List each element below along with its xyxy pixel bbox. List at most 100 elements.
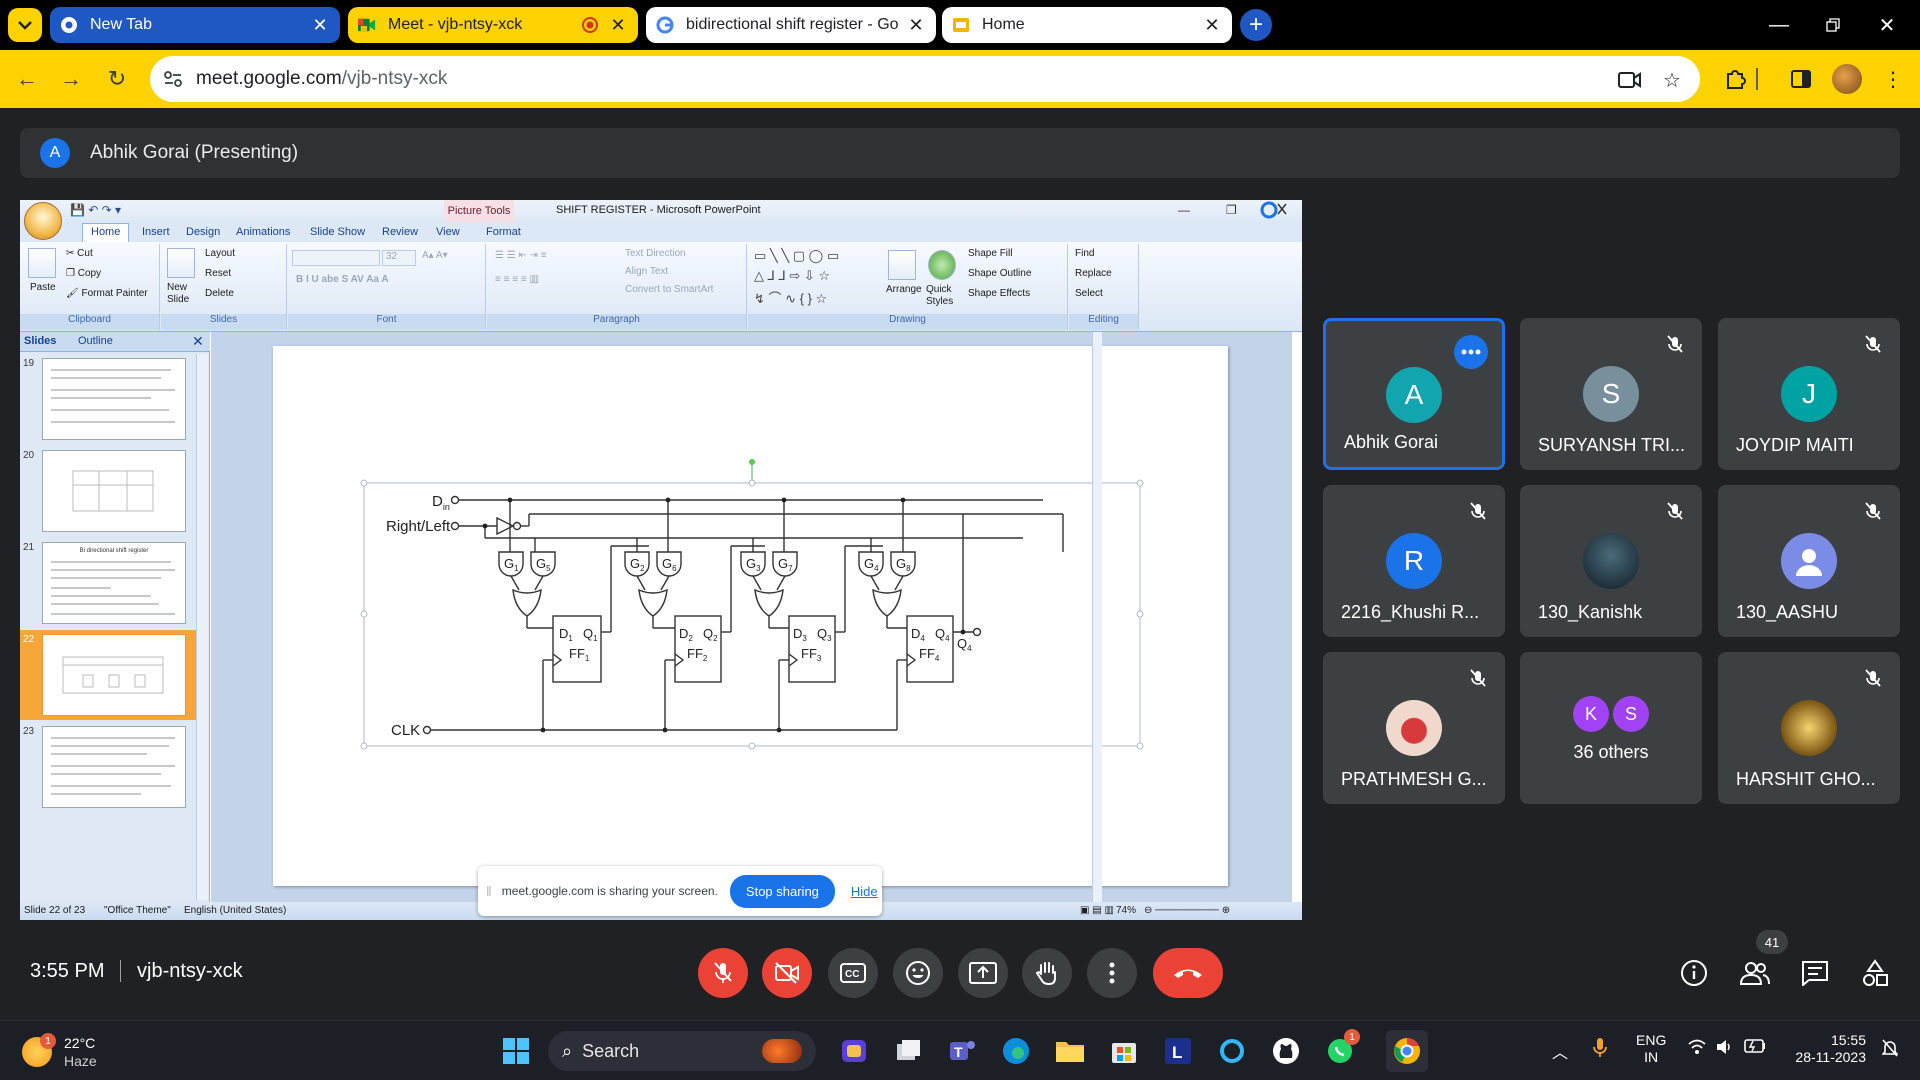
format-painter-button[interactable]: 🖌 Format Painter	[66, 288, 148, 299]
editor-scrollbar[interactable]	[1092, 332, 1102, 902]
reactions-button[interactable]	[893, 948, 943, 998]
weather-widget[interactable]: 1 22°C Haze	[22, 1031, 142, 1073]
whatsapp-icon[interactable]: 1	[1322, 1029, 1360, 1069]
ribbon-tab-animations[interactable]: Animations	[236, 226, 290, 238]
restore-icon[interactable]	[1818, 10, 1848, 40]
more-vertical-icon[interactable]: ⋮	[1878, 64, 1908, 94]
participant-tile[interactable]: S SURYANSH TRI...	[1520, 318, 1702, 470]
reload-icon[interactable]: ↻	[102, 64, 132, 94]
delete-button[interactable]: Delete	[205, 288, 234, 299]
l-app-icon[interactable]: L	[1160, 1033, 1196, 1069]
participant-tile[interactable]: J JOYDIP MAITI	[1718, 318, 1900, 470]
leave-call-button[interactable]	[1153, 948, 1223, 998]
drag-handle-icon[interactable]: ‖	[486, 883, 492, 899]
side-panel-icon[interactable]	[1786, 64, 1816, 94]
rotate-handle[interactable]	[749, 459, 755, 465]
camera-icon[interactable]	[1618, 68, 1642, 92]
tray-overflow-chevron-icon[interactable]: ︿	[1552, 1039, 1568, 1063]
ribbon-tab-view[interactable]: View	[436, 226, 460, 238]
tab-outline[interactable]: Outline	[78, 335, 113, 347]
replace-button[interactable]: Replace	[1075, 268, 1112, 279]
edge-icon[interactable]	[998, 1033, 1034, 1069]
stop-sharing-button[interactable]: Stop sharing	[729, 874, 835, 908]
ribbon-tab-review[interactable]: Review	[382, 226, 418, 238]
ribbon-tab-slide-show[interactable]: Slide Show	[310, 226, 365, 238]
picture-selection-frame[interactable]	[363, 482, 1141, 747]
select-button[interactable]: Select	[1075, 288, 1103, 299]
participant-tile-others[interactable]: K S 36 others	[1520, 652, 1702, 804]
ribbon-tab-home[interactable]: Home	[82, 223, 130, 242]
list-icons[interactable]: ☰ ☰ ⇤ ⇥ ≡	[495, 250, 547, 261]
taskbar-search[interactable]: ⌕ Search	[548, 1031, 816, 1071]
paste-label[interactable]: Paste	[30, 282, 56, 293]
resize-handles[interactable]	[360, 479, 1144, 750]
new-tab-button[interactable]: +	[1240, 9, 1272, 41]
close-icon[interactable]: ✕	[608, 15, 628, 35]
find-button[interactable]: Find	[1075, 248, 1094, 259]
window-close-icon[interactable]: ✕	[1872, 10, 1902, 40]
align-icons[interactable]: ≡ ≡ ≡ ≡ ▥	[495, 274, 539, 285]
extensions-puzzle-icon[interactable]	[1720, 64, 1750, 94]
pp-restore-icon[interactable]: ❐	[1226, 203, 1237, 217]
slide-thumbnail-20[interactable]	[42, 450, 186, 532]
convert-smartart-button[interactable]: Convert to SmartArt	[625, 284, 713, 295]
present-button[interactable]	[958, 948, 1008, 998]
teams-icon[interactable]: T	[944, 1033, 980, 1069]
chat-button[interactable]	[1798, 956, 1832, 990]
tab-new-tab[interactable]: New Tab ✕	[50, 7, 340, 43]
view-buttons[interactable]: ▣ ▤ ▥	[1080, 905, 1114, 916]
cortana-ring-icon[interactable]	[1214, 1033, 1250, 1069]
notifications-bell-icon[interactable]	[1881, 1039, 1899, 1060]
participant-tile[interactable]: 130_AASHU	[1718, 485, 1900, 637]
task-view-icon[interactable]	[890, 1033, 926, 1069]
forward-arrow-icon[interactable]: →	[56, 64, 86, 94]
participant-tile[interactable]: HARSHIT GHO...	[1718, 652, 1900, 804]
slide-thumbnail-21[interactable]: Bi directional shift register	[42, 542, 186, 624]
shapes-gallery-row3[interactable]: ↯ ⌒ ∿ { } ☆	[754, 288, 827, 307]
slide-thumbnail-22[interactable]	[39, 631, 189, 719]
align-text-button[interactable]: Align Text	[625, 266, 668, 277]
participant-tile[interactable]: R 2216_Khushi R...	[1323, 485, 1505, 637]
pane-close-icon[interactable]: ✕	[192, 333, 204, 350]
shape-effects-button[interactable]: Shape Effects	[968, 288, 1030, 299]
hide-link[interactable]: Hide	[851, 884, 878, 899]
tab-meet[interactable]: Meet - vjb-ntsy-xck ✕	[348, 7, 638, 43]
ribbon-tab-format[interactable]: Format	[486, 226, 521, 238]
site-info-icon[interactable]	[150, 70, 196, 88]
battery-icon[interactable]	[1744, 1039, 1766, 1056]
copy-button[interactable]: ❐ Copy	[66, 268, 101, 279]
ribbon-tab-insert[interactable]: Insert	[142, 226, 170, 238]
pp-minimize-icon[interactable]: —	[1178, 203, 1190, 217]
reset-button[interactable]: Reset	[205, 268, 231, 279]
volume-icon[interactable]	[1716, 1039, 1734, 1058]
text-direction-button[interactable]: Text Direction	[625, 248, 686, 259]
zoom-slider[interactable]: ⊖ ───────── ⊕	[1144, 905, 1230, 916]
address-bar[interactable]: meet.google.com/vjb-ntsy-xck ☆	[150, 56, 1700, 102]
grow-font-icon[interactable]: A▴ A▾	[422, 250, 448, 261]
minimize-icon[interactable]: —	[1764, 10, 1794, 40]
shape-fill-button[interactable]: Shape Fill	[968, 248, 1012, 259]
meeting-details-button[interactable]	[1677, 956, 1711, 990]
shapes-gallery-row2[interactable]: △ ⅃ ⅃ ⇨ ⇩ ☆	[754, 268, 830, 284]
bookmark-star-icon[interactable]: ☆	[1660, 68, 1684, 92]
language-indicator[interactable]: ENG IN	[1636, 1032, 1666, 1066]
arrange-icon[interactable]	[888, 250, 916, 280]
cut-button[interactable]: ✂ Cut	[66, 248, 93, 259]
layout-button[interactable]: Layout	[205, 248, 235, 259]
close-icon[interactable]: ✕	[906, 15, 926, 35]
people-button[interactable]	[1738, 956, 1772, 990]
microphone-in-use-icon[interactable]	[1592, 1037, 1608, 1062]
participant-tile[interactable]: PRATHMESH G...	[1323, 652, 1505, 804]
captions-button[interactable]: CC	[828, 948, 878, 998]
more-options-icon[interactable]	[1454, 335, 1488, 369]
participant-tile[interactable]: A Abhik Gorai	[1323, 318, 1505, 470]
quick-access-toolbar[interactable]: 💾 ↶ ↷ ▾	[70, 203, 121, 217]
office-button[interactable]	[24, 202, 62, 240]
camera-toggle-button[interactable]	[762, 948, 812, 998]
quick-styles-icon[interactable]	[928, 250, 956, 280]
shapes-gallery[interactable]: ▭ ╲ ╲ ▢ ◯ ▭	[754, 248, 839, 264]
chrome-taskbar-icon[interactable]	[1386, 1030, 1428, 1072]
slide-thumbnail-19[interactable]	[42, 358, 186, 440]
font-size-field[interactable]: 32	[382, 250, 416, 266]
profile-avatar[interactable]	[1832, 64, 1862, 94]
